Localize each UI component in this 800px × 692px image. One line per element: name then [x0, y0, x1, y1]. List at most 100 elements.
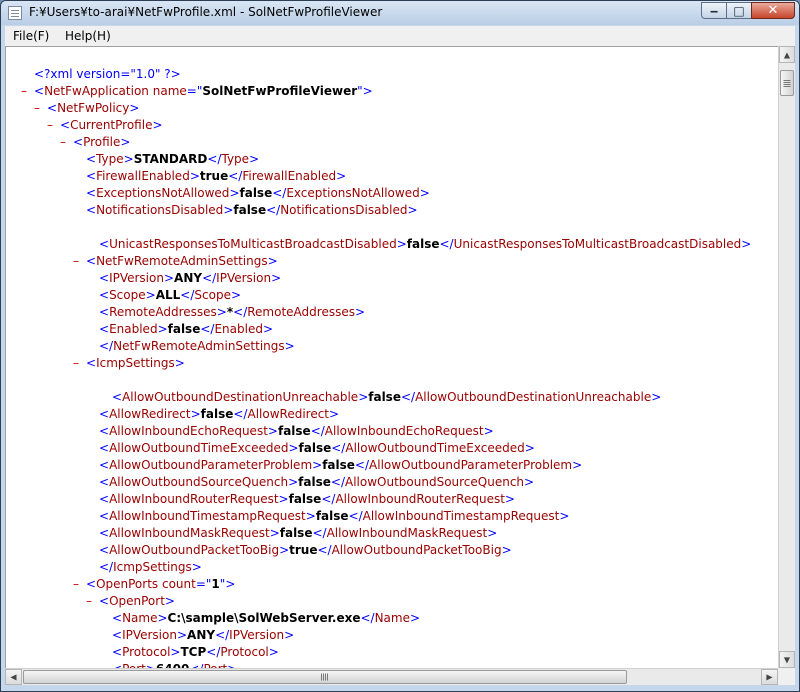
element-value: true [199, 169, 229, 183]
menu-file[interactable]: File(F) [13, 29, 49, 43]
tag-bracket: > [189, 169, 200, 183]
tag-bracket: > [267, 254, 278, 268]
collapse-toggle-icon[interactable]: – [73, 576, 86, 593]
minimize-button[interactable]: ‒ [701, 2, 727, 19]
horizontal-scroll-thumb[interactable] [23, 670, 627, 684]
tag-bracket: < [99, 475, 110, 489]
horizontal-scrollbar[interactable]: ◀ ▶ [5, 668, 778, 685]
tag-bracket: < [112, 390, 123, 404]
attribute-value: 1 [211, 577, 220, 591]
xml-line: </NetFwRemoteAdminSettings> [99, 338, 295, 355]
collapse-toggle-icon[interactable]: – [73, 253, 86, 270]
xml-line: <Enabled>false</Enabled> [99, 321, 273, 338]
tag-bracket: > [163, 271, 175, 285]
collapse-toggle-icon[interactable]: – [34, 100, 47, 117]
tag-bracket: </ [207, 152, 222, 166]
tag-bracket: < [60, 118, 71, 132]
tag-bracket: </ [180, 288, 195, 302]
tag-bracket: < [99, 288, 110, 302]
closing-tag-name: AllowOutboundSourceQuench [345, 475, 525, 489]
scroll-left-button[interactable]: ◀ [5, 669, 22, 685]
size-grip[interactable] [778, 668, 795, 685]
scroll-down-button[interactable]: ▼ [779, 651, 795, 668]
tag-name: NotificationsDisabled [96, 203, 224, 217]
element-value: false [233, 203, 267, 217]
tag-bracket: > [312, 458, 323, 472]
xml-line: <AllowInboundMaskRequest>false</AllowInb… [99, 525, 497, 542]
tag-name: AllowRedirect [109, 407, 191, 421]
closing-tag-name: RemoteAddresses [247, 305, 355, 319]
menu-help[interactable]: Help(H) [65, 29, 111, 43]
vertical-scroll-thumb[interactable] [780, 70, 794, 96]
closing-tag-name: Enabled [214, 322, 263, 336]
scroll-up-button[interactable]: ▲ [779, 46, 795, 63]
tag-bracket: < [99, 322, 110, 336]
tag-bracket: < [112, 628, 123, 642]
collapse-toggle-icon[interactable]: – [21, 83, 34, 100]
element-value: false [315, 509, 349, 523]
app-window: F:¥Users¥to-arai¥NetFwProfile.xml - SolN… [0, 0, 800, 692]
collapse-toggle-icon[interactable]: – [60, 134, 73, 151]
attribute-name: name [152, 84, 187, 98]
scroll-right-button[interactable]: ▶ [761, 669, 778, 685]
closing-tag-name: NetFwRemoteAdminSettings [113, 339, 285, 353]
tag-bracket: > [229, 186, 240, 200]
tag-name: Name [122, 611, 158, 625]
element-value: false [406, 237, 440, 251]
xml-line: – <OpenPort> [86, 593, 175, 610]
tag-name: IPVersion [109, 271, 164, 285]
collapse-toggle-icon[interactable]: – [47, 117, 60, 134]
collapse-toggle-icon[interactable]: – [86, 593, 99, 610]
xml-line: <AllowInboundEchoRequest>false</AllowInb… [99, 423, 494, 440]
tag-bracket: < [99, 271, 110, 285]
tag-name: AllowOutboundPacketTooBig [109, 543, 280, 557]
title-bar[interactable]: F:¥Users¥to-arai¥NetFwProfile.xml - SolN… [1, 1, 799, 25]
xml-line: – <IcmpSettings> [73, 355, 185, 372]
tag-name: Scope [109, 288, 146, 302]
tag-bracket: > [354, 305, 366, 319]
tag-bracket: < [99, 237, 110, 251]
tag-bracket: </ [331, 441, 346, 455]
tag-bracket: > [362, 84, 373, 98]
tag-bracket: </ [272, 186, 287, 200]
tag-name: AllowInboundRouterRequest [109, 492, 279, 506]
collapse-toggle-icon[interactable]: – [73, 355, 86, 372]
xml-line: – <NetFwRemoteAdminSettings> [73, 253, 278, 270]
tag-bracket: </ [312, 526, 327, 540]
tag-bracket: </ [360, 611, 375, 625]
tag-bracket: > [190, 407, 201, 421]
tag-name: UnicastResponsesToMulticastBroadcastDisa… [109, 237, 397, 251]
tag-name: AllowOutboundSourceQuench [109, 475, 289, 489]
menu-bar: File(F) Help(H) [5, 26, 795, 46]
tag-bracket: > [170, 645, 181, 659]
element-value: false [200, 407, 234, 421]
closing-tag-name: Scope [194, 288, 231, 302]
tag-name: OpenPort [109, 594, 165, 608]
tag-bracket: < [47, 101, 58, 115]
tag-bracket: > [419, 186, 430, 200]
xml-tree-view[interactable]: <?xml version="1.0" ?> – <NetFwApplication… [5, 46, 778, 669]
xml-line: <AllowOutboundDestinationUnreachable>fal… [112, 389, 661, 406]
tag-bracket: > [174, 356, 185, 370]
tag-bracket: > [336, 169, 347, 183]
tag-name: FirewallEnabled [96, 169, 190, 183]
tag-bracket: > [267, 424, 278, 438]
tag-bracket: < [99, 305, 110, 319]
tag-bracket: > [741, 237, 752, 251]
xml-line: <RemoteAddresses>*</RemoteAddresses> [99, 304, 365, 321]
tag-bracket: > [651, 390, 662, 404]
tag-name: IPVersion [122, 628, 177, 642]
xml-line: <FirewallEnabled>true</FirewallEnabled> [86, 168, 346, 185]
minimize-icon: ‒ [709, 3, 719, 18]
tag-name: NetFwPolicy [57, 101, 130, 115]
tag-bracket: > [123, 152, 134, 166]
maximize-button[interactable]: □ [726, 2, 752, 19]
tag-bracket: > [284, 628, 295, 642]
tag-bracket: > [145, 288, 156, 302]
xml-line: <IPVersion>ANY</IPVersion> [112, 627, 294, 644]
xml-line: <IPVersion>ANY</IPVersion> [99, 270, 281, 287]
tag-name: AllowOutboundTimeExceeded [109, 441, 289, 455]
vertical-scrollbar[interactable]: ▲ ▼ [778, 46, 795, 668]
tag-bracket: > [216, 305, 227, 319]
close-button[interactable]: ✕ [751, 2, 795, 19]
